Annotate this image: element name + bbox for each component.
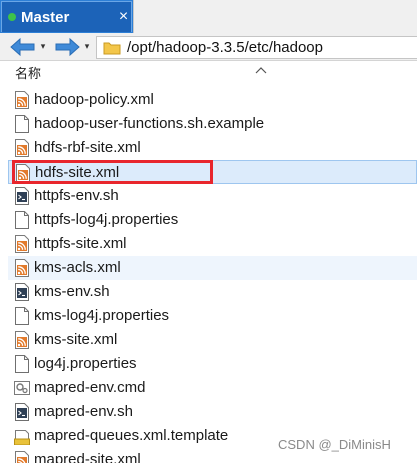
file-list: hadoop-policy.xml hadoop-user-functions.s… [0,86,417,463]
file-name: log4j.properties [34,355,137,372]
file-row[interactable]: hdfs-site.xml [8,160,417,184]
file-row[interactable]: hadoop-user-functions.sh.example [8,112,417,136]
xml-file-icon [14,235,30,253]
xml-file-icon [15,164,31,182]
cmd-file-icon [14,379,30,397]
file-row[interactable]: log4j.properties [8,352,417,376]
text-file-icon [14,211,30,229]
file-name: kms-env.sh [34,283,110,300]
file-row[interactable]: hadoop-policy.xml [8,88,417,112]
forward-arrow-icon[interactable] [52,36,82,58]
forward-history-dropdown-icon[interactable]: ▾ [82,38,92,54]
file-name: mapred-env.sh [34,403,133,420]
file-row[interactable]: mapred-env.cmd [8,376,417,400]
file-row[interactable]: httpfs-site.xml [8,232,417,256]
xml-file-icon [14,91,30,109]
xml-file-icon [14,259,30,277]
xml-file-icon [14,139,30,157]
tab-master[interactable]: Master × [1,1,132,32]
text-file-icon [14,307,30,325]
file-row[interactable]: mapred-env.sh [8,400,417,424]
file-name: hadoop-policy.xml [34,91,154,108]
file-row[interactable]: kms-log4j.properties [8,304,417,328]
tab-strip-background [133,0,417,33]
file-list-header: 名称 [0,62,417,86]
file-name: mapred-site.xml [34,451,141,463]
file-name: hdfs-site.xml [35,164,120,181]
xml-file-icon [14,451,30,463]
file-name: kms-acls.xml [34,259,121,276]
shell-file-icon [14,403,30,421]
shell-file-icon [14,187,30,205]
back-history-dropdown-icon[interactable]: ▾ [38,38,48,54]
shell-file-icon [14,283,30,301]
path-text: /opt/hadoop-3.3.5/etc/hadoop [127,39,323,56]
file-name: mapred-queues.xml.template [34,427,229,444]
file-row[interactable]: httpfs-log4j.properties [8,208,417,232]
file-name: hdfs-rbf-site.xml [34,139,141,156]
close-tab-icon[interactable]: × [116,8,131,26]
file-row[interactable]: kms-site.xml [8,328,417,352]
file-name: httpfs-env.sh [34,187,119,204]
file-name: httpfs-site.xml [34,235,127,252]
path-input[interactable]: /opt/hadoop-3.3.5/etc/hadoop [96,36,417,59]
template-file-icon [14,427,30,446]
file-name: kms-site.xml [34,331,118,348]
file-row[interactable]: kms-acls.xml [8,256,417,280]
file-row[interactable]: hdfs-rbf-site.xml [8,136,417,160]
file-name: hadoop-user-functions.sh.example [34,115,265,132]
xml-file-icon [14,331,30,349]
tab-label: Master [21,9,70,26]
file-name: httpfs-log4j.properties [34,211,179,228]
back-arrow-icon[interactable] [8,36,38,58]
text-file-icon [14,115,30,133]
watermark: CSDN @_DiMinisH [278,437,391,452]
file-row[interactable]: httpfs-env.sh [8,184,417,208]
file-name: mapred-env.cmd [34,379,146,396]
connection-status-icon [8,13,16,21]
tab-bar: Master × [0,0,417,33]
column-header-name[interactable]: 名称 [15,66,41,82]
file-name: kms-log4j.properties [34,307,170,324]
file-row[interactable]: kms-env.sh [8,280,417,304]
text-file-icon [14,355,30,373]
sort-chevron-icon [255,62,267,74]
folder-icon [103,41,121,55]
address-bar: ▾ ▾ /opt/hadoop-3.3.5/etc/hadoop [0,33,417,61]
